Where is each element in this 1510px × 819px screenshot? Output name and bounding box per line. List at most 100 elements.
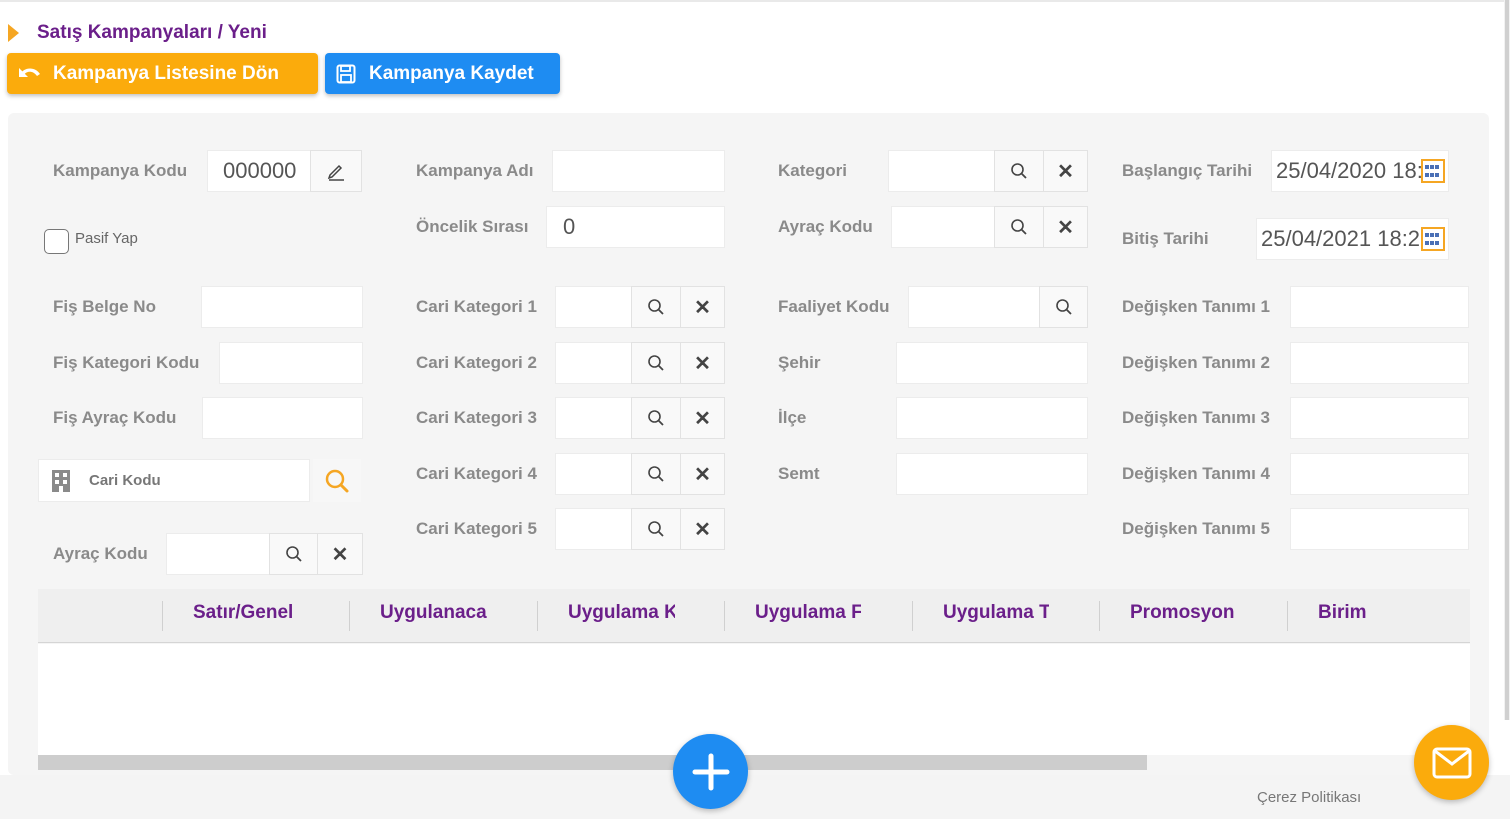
- horizontal-scrollbar[interactable]: [38, 755, 1147, 770]
- search-icon: [1011, 219, 1027, 235]
- close-icon: ✕: [694, 352, 711, 375]
- undo-icon: [17, 61, 43, 87]
- column-divider: [1099, 601, 1100, 631]
- degisken-5-label: Değişken Tanımı 5: [1122, 519, 1271, 538]
- fis-belge-no-input[interactable]: [201, 286, 363, 328]
- cari-kategori-1-search-button[interactable]: [631, 286, 681, 328]
- table-header: Satır/Genel Uygulanaca Uygulama K Uygula…: [38, 589, 1470, 643]
- faaliyet-kodu-input[interactable]: [908, 286, 1040, 328]
- ayrac-search-button[interactable]: [269, 533, 318, 575]
- calendar-icon[interactable]: [1421, 227, 1445, 251]
- column-divider: [724, 601, 725, 631]
- cari-kodu-input[interactable]: Cari Kodu: [38, 459, 310, 502]
- fis-belge-no-label: Fiş Belge No: [53, 297, 156, 316]
- cari-kategori-5-clear-button[interactable]: ✕: [680, 508, 725, 550]
- kategori-clear-button[interactable]: ✕: [1043, 150, 1088, 192]
- ayrac-kodu-2-input[interactable]: [891, 206, 995, 248]
- kampanya-adi-label: Kampanya Adı: [416, 161, 534, 180]
- oncelik-input[interactable]: 0: [546, 206, 725, 248]
- degisken-5-input[interactable]: [1290, 508, 1469, 550]
- cari-kategori-4-input[interactable]: [555, 453, 632, 495]
- cari-kategori-2-input[interactable]: [555, 342, 632, 384]
- building-icon: [43, 463, 79, 499]
- ilce-input[interactable]: [896, 397, 1088, 439]
- ayrac-kodu-label: Ayraç Kodu: [53, 544, 148, 563]
- cari-kategori-1-clear-button[interactable]: ✕: [680, 286, 725, 328]
- semt-input[interactable]: [896, 453, 1088, 495]
- sehir-input[interactable]: [896, 342, 1088, 384]
- vertical-scrollbar[interactable]: [1504, 0, 1510, 720]
- cari-kategori-5-search-button[interactable]: [631, 508, 681, 550]
- search-icon: [325, 469, 349, 492]
- column-header-promosyon[interactable]: Promosyon: [1130, 602, 1260, 624]
- close-icon: ✕: [694, 463, 711, 486]
- ayrac-kodu-2-search-button[interactable]: [994, 206, 1044, 248]
- search-icon: [1055, 299, 1072, 315]
- pasif-label: Pasif Yap: [75, 230, 138, 247]
- search-icon: [648, 466, 664, 482]
- edit-code-button[interactable]: [310, 150, 362, 192]
- search-icon: [285, 546, 302, 562]
- semt-label: Semt: [778, 464, 820, 483]
- degisken-4-input[interactable]: [1290, 453, 1469, 495]
- cari-kategori-3-input[interactable]: [555, 397, 632, 439]
- cari-kategori-4-clear-button[interactable]: ✕: [680, 453, 725, 495]
- close-icon: ✕: [694, 407, 711, 430]
- save-campaign-button[interactable]: Kampanya Kaydet: [325, 53, 560, 94]
- column-divider: [349, 601, 350, 631]
- fis-ayrac-kodu-input[interactable]: [202, 397, 363, 439]
- add-row-button[interactable]: [673, 734, 748, 809]
- cari-kategori-1-label: Cari Kategori 1: [416, 297, 537, 316]
- kampanya-kodu-input[interactable]: 000000: [207, 150, 311, 192]
- column-header-uygulanaca[interactable]: Uygulanaca: [380, 602, 500, 624]
- degisken-4-label: Değişken Tanımı 4: [1122, 464, 1271, 483]
- ayrac-clear-button[interactable]: ✕: [317, 533, 363, 575]
- contact-mail-button[interactable]: [1414, 725, 1489, 800]
- column-header-uygulama-f[interactable]: Uygulama F: [755, 602, 861, 624]
- search-icon: [648, 521, 664, 537]
- caret-right-icon: [8, 24, 19, 42]
- close-icon: ✕: [694, 296, 711, 319]
- column-divider: [912, 601, 913, 631]
- cari-kategori-2-clear-button[interactable]: ✕: [680, 342, 725, 384]
- save-button-label: Kampanya Kaydet: [369, 62, 534, 84]
- back-to-list-button[interactable]: Kampanya Listesine Dön: [7, 53, 318, 94]
- cookie-policy-link[interactable]: Çerez Politikası: [1257, 789, 1361, 806]
- cari-kategori-3-clear-button[interactable]: ✕: [680, 397, 725, 439]
- column-header-satir-genel[interactable]: Satır/Genel: [193, 602, 333, 624]
- plus-icon: [692, 753, 729, 790]
- ayrac-kodu-2-clear-button[interactable]: ✕: [1043, 206, 1088, 248]
- degisken-2-input[interactable]: [1290, 342, 1469, 384]
- ilce-label: İlçe: [778, 408, 807, 427]
- scrollbar-thumb[interactable]: [1505, 0, 1509, 720]
- cari-kategori-2-search-button[interactable]: [631, 342, 681, 384]
- degisken-1-label: Değişken Tanımı 1: [1122, 297, 1271, 316]
- kampanya-adi-input[interactable]: [552, 150, 725, 192]
- faaliyet-kodu-label: Faaliyet Kodu: [778, 297, 890, 316]
- cari-kategori-3-search-button[interactable]: [631, 397, 681, 439]
- cari-kategori-3-label: Cari Kategori 3: [416, 408, 537, 427]
- kampanya-kodu-label: Kampanya Kodu: [53, 161, 188, 180]
- fis-kategori-kodu-input[interactable]: [219, 342, 363, 384]
- kategori-search-button[interactable]: [994, 150, 1044, 192]
- column-divider: [1287, 601, 1288, 631]
- column-header-uygulama-k[interactable]: Uygulama K: [568, 602, 675, 624]
- ayrac-kodu-2-label: Ayraç Kodu: [778, 217, 873, 236]
- kategori-input[interactable]: [888, 150, 995, 192]
- cari-kategori-1-input[interactable]: [555, 286, 632, 328]
- column-header-birim[interactable]: Birim: [1318, 602, 1438, 624]
- cari-kategori-4-search-button[interactable]: [631, 453, 681, 495]
- ayrac-kodu-input[interactable]: [166, 533, 270, 575]
- oncelik-label: Öncelik Sırası: [416, 217, 529, 236]
- degisken-3-input[interactable]: [1290, 397, 1469, 439]
- faaliyet-search-button[interactable]: [1039, 286, 1088, 328]
- cari-search-button[interactable]: [313, 459, 361, 502]
- degisken-1-input[interactable]: [1290, 286, 1469, 328]
- cari-kategori-5-input[interactable]: [555, 508, 632, 550]
- pasif-checkbox[interactable]: [44, 229, 69, 254]
- column-header-uygulama-t[interactable]: Uygulama T: [943, 602, 1049, 624]
- page: Satış Kampanyaları / Yeni Kampanya Liste…: [0, 0, 1510, 819]
- calendar-icon[interactable]: [1421, 159, 1445, 183]
- fis-kategori-kodu-label: Fiş Kategori Kodu: [53, 353, 200, 372]
- page-title: Satış Kampanyaları / Yeni: [37, 22, 267, 43]
